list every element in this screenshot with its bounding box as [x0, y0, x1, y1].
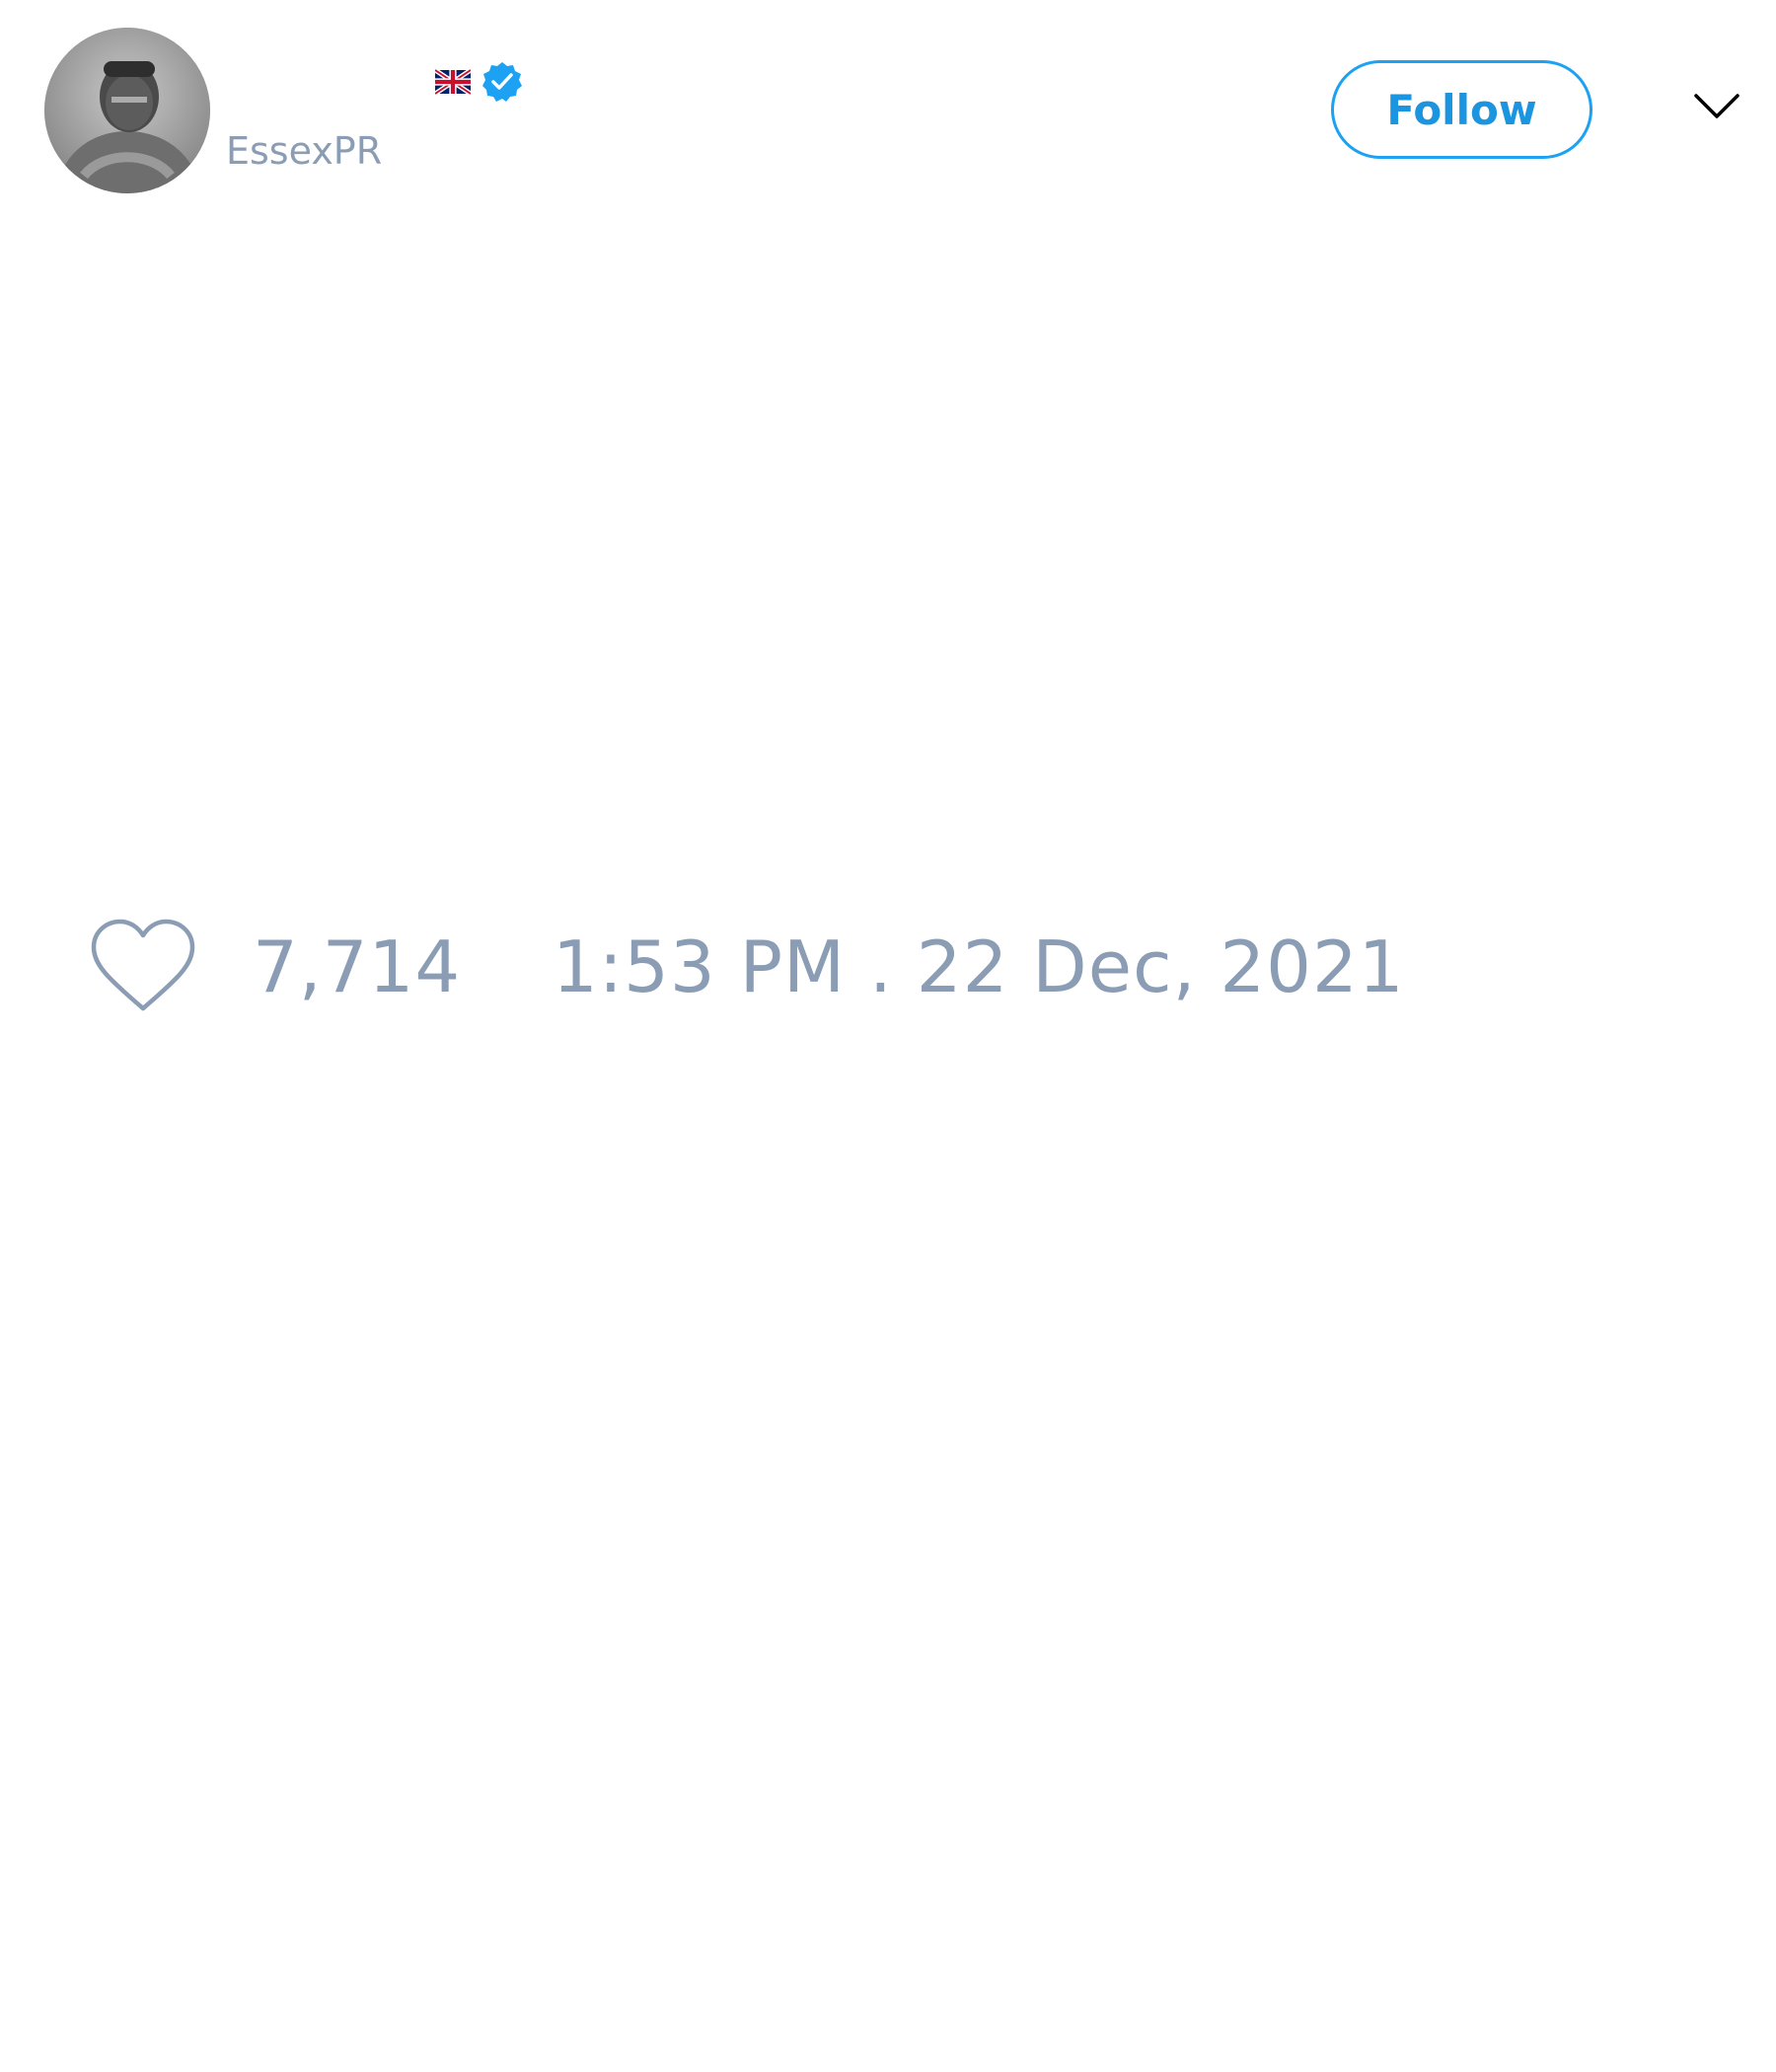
verified-badge-icon — [482, 62, 522, 102]
chevron-down-icon[interactable] — [1693, 91, 1740, 120]
avatar-photo — [44, 28, 210, 193]
tweet-card: EssexPR Follow 7,714 1:53 PM . 22 Dec, 2… — [0, 0, 1776, 2072]
user-handle[interactable]: EssexPR — [226, 126, 382, 176]
uk-flag-icon — [435, 69, 471, 95]
avatar[interactable] — [44, 28, 210, 193]
like-count: 7,714 — [253, 925, 462, 1008]
follow-button[interactable]: Follow — [1331, 60, 1592, 159]
tweet-timestamp[interactable]: 1:53 PM . 22 Dec, 2021 — [553, 923, 1405, 1011]
display-name-line — [435, 57, 524, 107]
heart-icon[interactable] — [89, 918, 197, 1016]
